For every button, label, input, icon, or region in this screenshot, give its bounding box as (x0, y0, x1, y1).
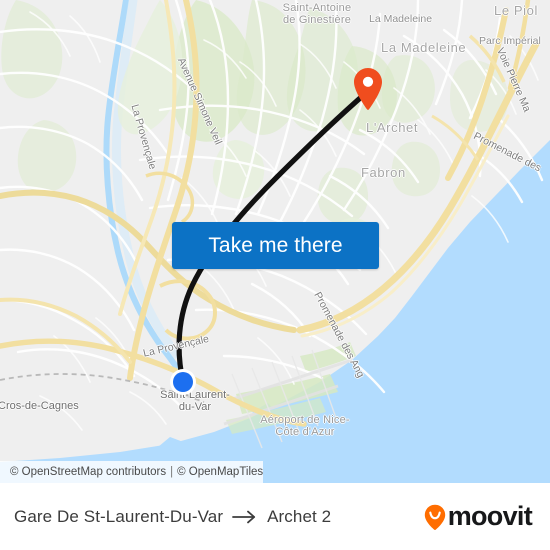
map-share-card: Saint-Antoine de Ginestière La Madeleine … (0, 0, 550, 550)
route-origin-label: Gare De St-Laurent-Du-Var (14, 506, 224, 526)
origin-marker[interactable] (169, 368, 197, 396)
attribution-openstreetmap-link[interactable]: © OpenStreetMap contributors (10, 466, 166, 478)
arrow-right-icon (232, 510, 258, 524)
route-destination-label: Archet 2 (267, 506, 332, 526)
attribution-openmaptiles-link[interactable]: © OpenMapTiles (177, 466, 263, 478)
moovit-wordmark: moovit (447, 501, 533, 531)
map-canvas[interactable]: Saint-Antoine de Ginestière La Madeleine … (0, 0, 550, 483)
moovit-pin-icon (424, 504, 446, 530)
take-me-there-label: Take me there (208, 233, 343, 257)
take-me-there-button[interactable]: Take me there (172, 222, 379, 269)
footer-bar: Gare De St-Laurent-Du-Var Archet 2 moovi… (0, 483, 550, 550)
map-attribution: © OpenStreetMap contributors | © OpenMap… (0, 461, 264, 483)
route-summary: Gare De St-Laurent-Du-Var Archet 2 (14, 507, 331, 527)
attribution-separator: | (170, 466, 174, 478)
moovit-logo[interactable]: moovit (424, 501, 533, 531)
destination-marker[interactable] (352, 67, 384, 111)
